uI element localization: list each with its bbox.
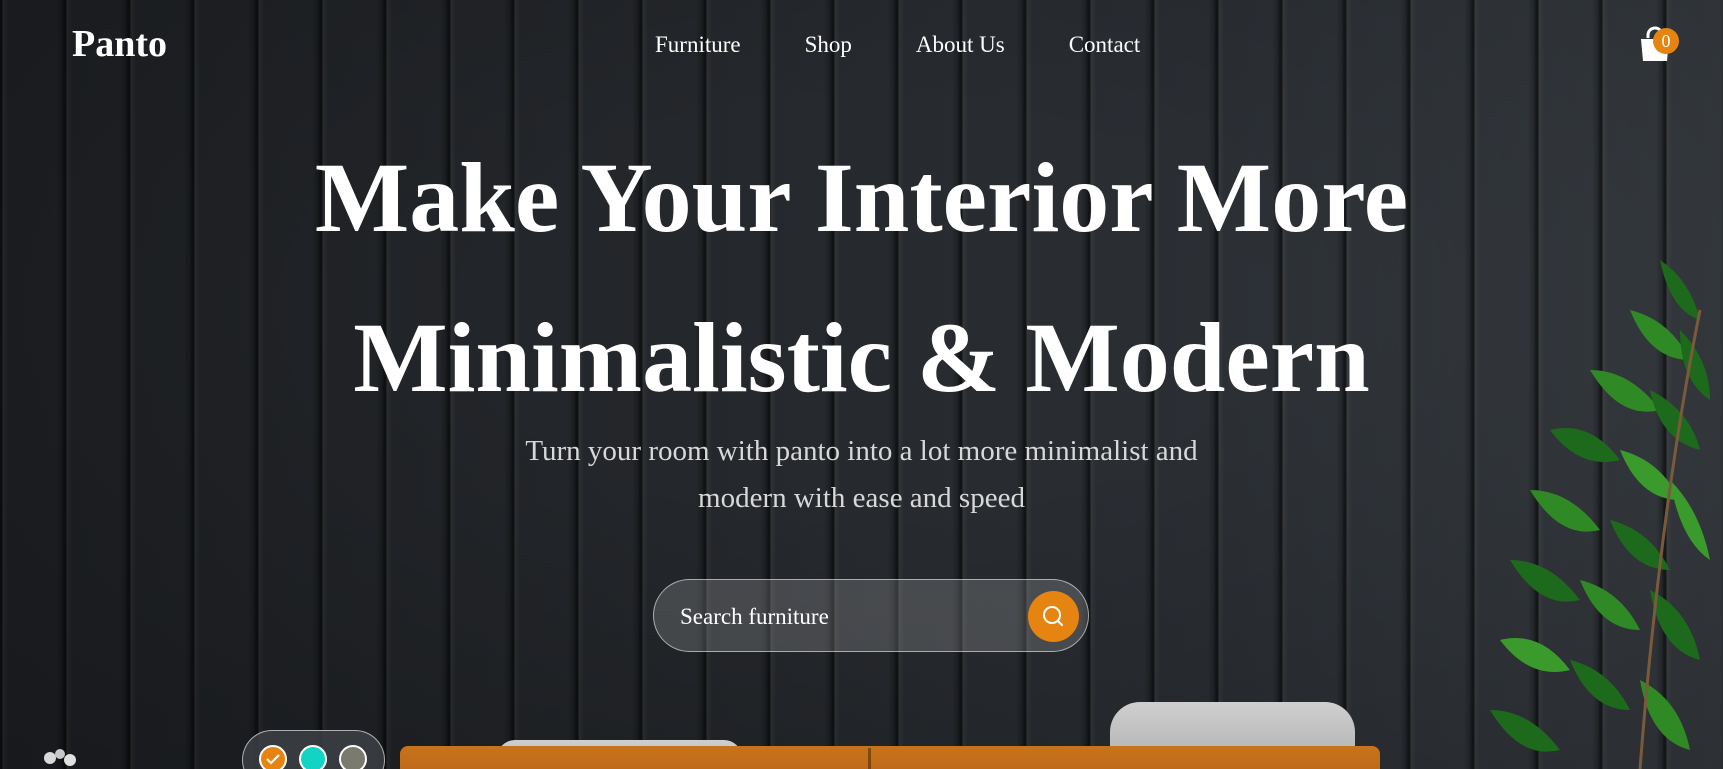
top-navigation: Panto Furniture Shop About Us Contact 0 bbox=[0, 0, 1723, 90]
search-bar bbox=[653, 579, 1089, 652]
sofa-seam bbox=[868, 748, 871, 769]
nav-link-about-us[interactable]: About Us bbox=[916, 32, 1005, 58]
hero-headline-line1: Make Your Interior More bbox=[314, 142, 1409, 253]
flower-image bbox=[44, 749, 76, 766]
hero-subtitle-line1: Turn your room with panto into a lot mor… bbox=[525, 435, 1198, 467]
search-icon bbox=[1043, 606, 1063, 626]
color-swatch-picker bbox=[242, 730, 385, 769]
swatch-orange[interactable] bbox=[259, 745, 287, 769]
search-button[interactable] bbox=[1028, 591, 1079, 642]
check-icon bbox=[266, 754, 280, 765]
swatch-gray[interactable] bbox=[339, 745, 367, 769]
hero-subtitle: Turn your room with panto into a lot mor… bbox=[460, 428, 1263, 522]
search-input[interactable] bbox=[678, 598, 1002, 636]
brand-logo[interactable]: Panto bbox=[72, 22, 167, 66]
nav-link-shop[interactable]: Shop bbox=[805, 32, 852, 58]
hero-headline: Make Your Interior More Minimalistic & M… bbox=[0, 118, 1723, 438]
hero-subtitle-line2: modern with ease and speed bbox=[698, 482, 1025, 514]
cart-count-badge: 0 bbox=[1653, 28, 1679, 54]
hero-section: Panto Furniture Shop About Us Contact 0 … bbox=[0, 0, 1723, 769]
nav-link-furniture[interactable]: Furniture bbox=[655, 32, 741, 58]
swatch-teal[interactable] bbox=[299, 745, 327, 769]
main-menu: Furniture Shop About Us Contact bbox=[655, 32, 1204, 58]
nav-link-contact[interactable]: Contact bbox=[1069, 32, 1141, 58]
sofa-image bbox=[400, 746, 1380, 769]
hero-headline-line2: Minimalistic & Modern bbox=[353, 302, 1370, 413]
